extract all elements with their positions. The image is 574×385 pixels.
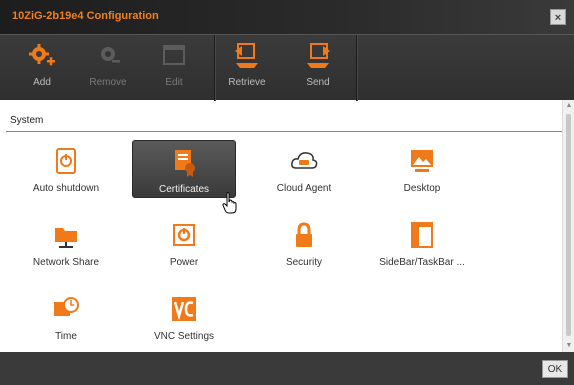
desktop-icon <box>411 150 433 172</box>
remove-label: Remove <box>89 77 127 88</box>
item-label: SideBar/TaskBar ... <box>379 257 465 268</box>
edit-label: Edit <box>165 77 183 88</box>
edit-window-icon <box>163 45 185 65</box>
scroll-thumb[interactable] <box>566 114 571 336</box>
item-power[interactable]: Power <box>132 214 236 272</box>
sidebar-taskbar-icon <box>411 222 433 248</box>
item-desktop[interactable]: Desktop <box>370 140 474 198</box>
item-label: Network Share <box>32 257 100 268</box>
item-label: Cloud Agent <box>276 183 332 194</box>
power-icon <box>173 224 195 246</box>
toolbar-separator <box>214 35 215 101</box>
toolbar: Add Remove Edit Retrieve Send <box>0 34 574 101</box>
settings-grid: Auto shutdown Certificates Cloud Agent D… <box>6 134 562 352</box>
certificates-icon <box>175 150 195 177</box>
item-auto-shutdown[interactable]: Auto shutdown <box>14 140 118 198</box>
item-label: Desktop <box>403 183 441 194</box>
retrieve-icon <box>235 43 258 68</box>
item-time[interactable]: Time <box>14 288 118 346</box>
auto-shutdown-icon <box>56 148 76 174</box>
title-bar: 10ZiG-2b19e4 Configuration × <box>0 0 574 34</box>
item-cloud-agent[interactable]: Cloud Agent <box>252 140 356 198</box>
add-gear-icon <box>29 44 55 66</box>
ok-button[interactable]: OK <box>542 360 568 378</box>
add-label: Add <box>33 77 51 88</box>
vertical-scrollbar[interactable]: ▲ ▼ <box>562 100 574 352</box>
item-label: Security <box>285 257 323 268</box>
retrieve-button[interactable]: Retrieve <box>219 41 275 95</box>
section-title: System <box>10 115 44 126</box>
item-security[interactable]: Security <box>252 214 356 272</box>
scroll-up-icon[interactable]: ▲ <box>565 102 573 110</box>
send-icon <box>307 43 330 68</box>
item-sidebar-taskbar[interactable]: SideBar/TaskBar ... <box>370 214 474 272</box>
item-label: Power <box>169 257 199 268</box>
lock-icon <box>296 222 312 247</box>
window-title: 10ZiG-2b19e4 Configuration <box>12 10 159 22</box>
item-label: Auto shutdown <box>32 183 100 194</box>
item-label: Certificates <box>158 184 209 195</box>
scroll-down-icon[interactable]: ▼ <box>565 342 573 350</box>
send-button[interactable]: Send <box>290 41 346 95</box>
remove-button[interactable]: Remove <box>80 41 136 95</box>
footer-bar: OK <box>0 352 574 385</box>
item-certificates[interactable]: Certificates <box>132 140 236 198</box>
add-button[interactable]: Add <box>14 41 70 95</box>
item-label: VNC Settings <box>153 331 215 342</box>
clock-icon <box>54 297 79 316</box>
section-header: System <box>6 106 562 132</box>
vnc-icon <box>172 297 196 321</box>
send-label: Send <box>306 77 330 88</box>
toolbar-separator <box>356 35 357 101</box>
item-network-share[interactable]: Network Share <box>14 214 118 272</box>
edit-button[interactable]: Edit <box>146 41 202 95</box>
close-button[interactable]: × <box>550 9 566 25</box>
cloud-agent-icon <box>291 152 318 169</box>
item-label: Time <box>55 331 77 342</box>
item-vnc-settings[interactable]: VNC Settings <box>132 288 236 346</box>
hand-cursor-icon <box>222 192 237 214</box>
retrieve-label: Retrieve <box>228 77 266 88</box>
remove-gear-icon <box>101 47 120 63</box>
network-share-icon <box>55 228 77 248</box>
